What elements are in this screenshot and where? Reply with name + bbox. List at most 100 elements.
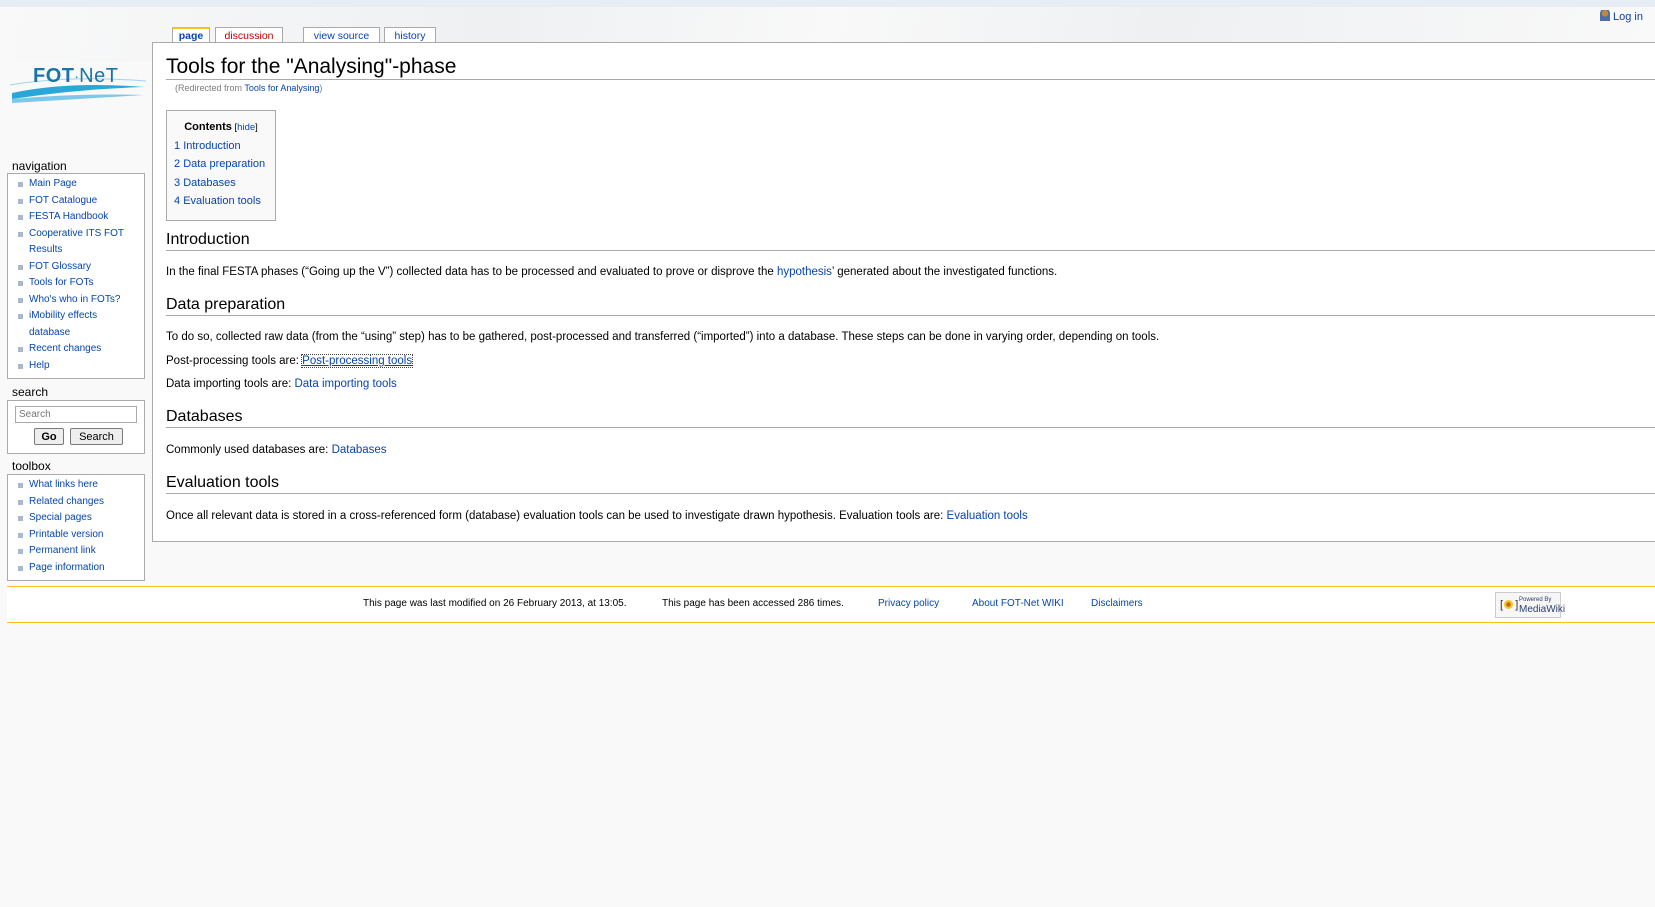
footer-disclaimers-link[interactable]: Disclaimers: [1091, 598, 1143, 609]
toolbox-link[interactable]: Special pages: [29, 512, 92, 523]
toc-label[interactable]: Databases: [183, 177, 236, 189]
toc-bracket: ]: [255, 122, 258, 133]
tab-view-source-label[interactable]: view source: [314, 30, 369, 42]
nav-item-festa-handbook[interactable]: FESTA Handbook: [16, 209, 140, 226]
toolbox-link[interactable]: What links here: [29, 479, 98, 490]
toc-number[interactable]: 1: [174, 140, 180, 152]
toc-number[interactable]: 4: [174, 195, 180, 207]
personal-tools: Log in: [1600, 10, 1643, 23]
toc-number[interactable]: 2: [174, 158, 180, 170]
toc-label[interactable]: Data preparation: [183, 158, 265, 170]
powered-by-text: Powered By MediaWiki: [1519, 596, 1566, 615]
nav-item-fot-catalogue[interactable]: FOT Catalogue: [16, 193, 140, 210]
nav-item-fot-glossary[interactable]: FOT Glossary: [16, 259, 140, 276]
nav-link[interactable]: Tools for FOTs: [29, 277, 93, 288]
nav-item-help[interactable]: Help: [16, 358, 140, 375]
toc-item[interactable]: 1 Introduction: [174, 137, 275, 155]
evaluation-text: Once all relevant data is stored in a cr…: [166, 510, 947, 522]
tab-history-label[interactable]: history: [395, 30, 426, 42]
powered-by-mediawiki-badge[interactable]: [ ] Powered By MediaWiki: [1495, 592, 1565, 618]
toolbox-item-printable-version[interactable]: Printable version: [16, 527, 140, 544]
toolbox-link[interactable]: Permanent link: [29, 545, 96, 556]
toolbox-item-permanent-link[interactable]: Permanent link: [16, 543, 140, 560]
footer: This page was last modified on 26 Februa…: [7, 586, 1655, 623]
data-importing-label: Data importing tools are:: [166, 378, 295, 390]
toolbox-link[interactable]: Page information: [29, 562, 105, 573]
nav-link[interactable]: FESTA Handbook: [29, 211, 108, 222]
nav-link-continued[interactable]: Results: [29, 244, 62, 255]
redirect-prefix: (Redirected from: [175, 83, 245, 93]
footer-privacy-link[interactable]: Privacy policy: [878, 598, 939, 609]
nav-link[interactable]: FOT Glossary: [29, 261, 91, 272]
nav-item-tools-for-fots[interactable]: Tools for FOTs: [16, 275, 140, 292]
nav-link[interactable]: Help: [29, 360, 50, 371]
intro-text: In the final FESTA phases (“Going up the…: [166, 266, 777, 278]
hypothesis-link[interactable]: hypothesis: [777, 266, 832, 278]
logo-text-bold: FOT: [33, 65, 75, 87]
toolbox-item-special-pages[interactable]: Special pages: [16, 510, 140, 527]
login-link[interactable]: Log in: [1613, 11, 1643, 23]
data-preparation-paragraph: To do so, collected raw data (from the “…: [166, 331, 1160, 343]
databases-link[interactable]: Databases: [332, 444, 387, 456]
post-processing-label: Post-processing tools are:: [166, 355, 303, 367]
data-importing-line: Data importing tools are: Data importing…: [166, 378, 397, 390]
site-logo[interactable]: FOT⋅NeT: [8, 55, 148, 107]
toolbox-item-what-links-here[interactable]: What links here: [16, 477, 140, 494]
toc-label[interactable]: Introduction: [183, 140, 240, 152]
toc-item[interactable]: 3 Databases: [174, 174, 275, 192]
nav-link-continued[interactable]: database: [29, 327, 70, 338]
footer-about-link[interactable]: About FOT-Net WIKI: [972, 598, 1064, 609]
logo-text: FOT⋅NeT: [33, 65, 119, 87]
evaluation-tools-link[interactable]: Evaluation tools: [947, 510, 1028, 522]
search-heading: search: [12, 385, 49, 399]
toc-number[interactable]: 3: [174, 177, 180, 189]
data-importing-link[interactable]: Data importing tools: [294, 378, 396, 390]
nav-item-imobility[interactable]: iMobility effects database: [16, 308, 140, 341]
nav-link[interactable]: Main Page: [29, 178, 77, 189]
toc-label[interactable]: Evaluation tools: [183, 195, 261, 207]
post-processing-line: Post-processing tools are: Post-processi…: [166, 354, 414, 368]
databases-label: Commonly used databases are:: [166, 444, 332, 456]
logo-text-rest: NeT: [79, 65, 119, 87]
page-title: Tools for the "Analysing"-phase: [166, 55, 1655, 80]
toc-hide-link[interactable]: hide: [237, 122, 255, 133]
nav-link[interactable]: FOT Catalogue: [29, 195, 97, 206]
toc-title: Contents [hide]: [167, 121, 275, 133]
table-of-contents: Contents [hide] 1 Introduction 2 Data pr…: [166, 110, 276, 221]
post-processing-link[interactable]: Post-processing tools: [301, 354, 414, 368]
section-heading-evaluation-tools: Evaluation tools: [166, 473, 1655, 494]
footer-last-modified: This page was last modified on 26 Februa…: [363, 598, 627, 609]
content-area: Tools for the "Analysing"-phase (Redirec…: [152, 42, 1655, 542]
databases-line: Commonly used databases are: Databases: [166, 444, 387, 456]
go-button[interactable]: Go: [34, 428, 64, 445]
nav-link[interactable]: Recent changes: [29, 343, 101, 354]
nav-item-cooperative-its[interactable]: Cooperative ITS FOT Results: [16, 226, 140, 259]
redirect-link[interactable]: Tools for Analysing: [244, 83, 319, 93]
toolbox-link[interactable]: Printable version: [29, 529, 103, 540]
nav-item-main-page[interactable]: Main Page: [16, 176, 140, 193]
toolbox-portlet: What links here Related changes Special …: [7, 474, 145, 581]
nav-link[interactable]: Who's who in FOTs?: [29, 294, 120, 305]
toc-title-text: Contents: [184, 121, 232, 133]
toolbox-item-related-changes[interactable]: Related changes: [16, 494, 140, 511]
toc-item[interactable]: 4 Evaluation tools: [174, 192, 275, 210]
powered-by-big: MediaWiki: [1519, 604, 1566, 615]
nav-item-recent-changes[interactable]: Recent changes: [16, 341, 140, 358]
search-portlet: Go Search: [7, 400, 145, 454]
toolbox-item-page-information[interactable]: Page information: [16, 560, 140, 577]
nav-link[interactable]: iMobility effects: [29, 310, 97, 321]
nav-item-whos-who[interactable]: Who's who in FOTs?: [16, 292, 140, 309]
toolbox-link[interactable]: Related changes: [29, 496, 104, 507]
introduction-paragraph: In the final FESTA phases (“Going up the…: [166, 266, 1057, 278]
section-heading-introduction: Introduction: [166, 230, 1655, 251]
toc-item[interactable]: 2 Data preparation: [174, 155, 275, 173]
section-heading-databases: Databases: [166, 407, 1655, 428]
mediawiki-icon: [ ]: [1500, 599, 1519, 611]
section-heading-data-preparation: Data preparation: [166, 295, 1655, 316]
tab-page-label[interactable]: page: [179, 30, 204, 42]
evaluation-paragraph: Once all relevant data is stored in a cr…: [166, 510, 1028, 522]
tab-discussion-label[interactable]: discussion: [224, 30, 273, 42]
search-input[interactable]: [15, 406, 137, 423]
nav-link[interactable]: Cooperative ITS FOT: [29, 228, 124, 239]
search-button[interactable]: Search: [70, 428, 123, 445]
